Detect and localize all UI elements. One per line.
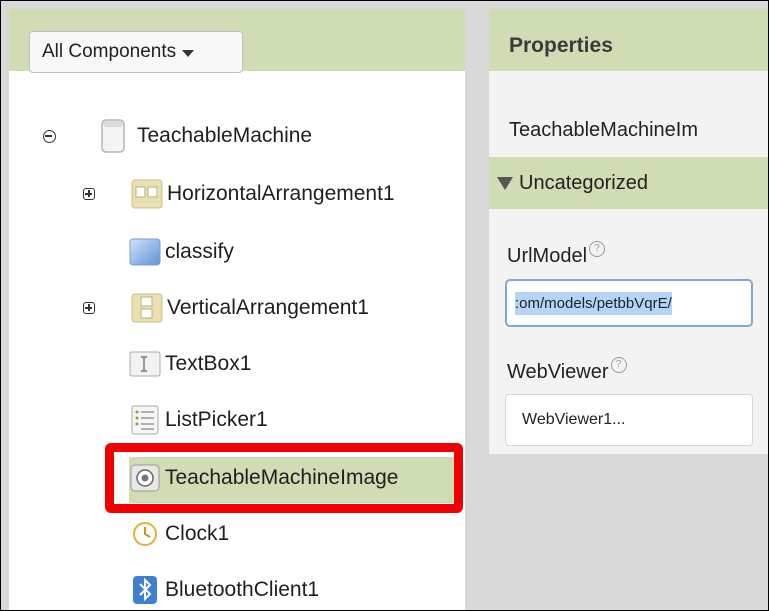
urlmodel-label-text: UrlModel [507,245,588,267]
tree-item-horizontalarrangement1[interactable]: HorizontalArrangement1 [83,171,395,217]
category-uncategorized[interactable]: Uncategorized [489,157,768,209]
tree-item-textbox1[interactable]: TextBox1 [129,341,251,387]
selected-component-name: TeachableMachineIm [509,119,698,141]
tree-item-bluetoothclient1[interactable]: BluetoothClient1 [129,567,320,610]
category-label: Uncategorized [519,171,648,194]
urlmodel-label: UrlModel? [507,241,606,268]
tree-item-clock1[interactable]: Clock1 [129,511,229,557]
properties-panel: Properties TeachableMachineIm Uncategori… [489,9,768,610]
components-panel: All Components TeachableMachine Horizont… [9,9,465,610]
tree-item-label: VerticalArrangement1 [167,296,369,319]
tree-item-label: Clock1 [165,522,230,545]
collapse-icon[interactable] [43,130,56,143]
expand-icon[interactable] [83,188,95,200]
urlmodel-input[interactable]: :om/models/petbbVqrE/ [505,279,753,327]
urlmodel-selected-text: :om/models/petbbVqrE/ [515,291,672,315]
caret-down-icon [182,49,195,57]
tree-item-label: classify [165,240,234,263]
tree-item-listpicker1[interactable]: ListPicker1 [129,397,268,443]
tree-item-verticalarrangement1[interactable]: VerticalArrangement1 [83,285,369,331]
bluetooth-icon [129,575,161,605]
all-components-dropdown[interactable]: All Components [29,31,243,73]
dropdown-label: All Components [42,41,177,62]
tree-item-label: HorizontalArrangement1 [167,182,395,205]
webviewer-picker[interactable]: WebViewer1... [505,394,753,446]
tree-item-classify[interactable]: classify [129,229,234,275]
webviewer-label: WebViewer? [507,357,627,384]
screen-icon [101,119,125,153]
vertical-arrangement-icon [131,293,163,323]
listpicker-icon [129,405,161,435]
horizontal-arrangement-icon [131,179,163,209]
components-header: All Components [9,9,465,73]
tree-item-label: BluetoothClient1 [165,578,320,601]
textbox-icon [129,349,161,379]
clock-icon [129,519,161,549]
help-icon[interactable]: ? [589,241,606,257]
tree-item-label: TextBox1 [165,352,252,375]
tree-item-label: TeachableMachine [137,124,313,147]
expand-icon[interactable] [83,302,95,314]
app-frame: All Components TeachableMachine Horizont… [0,0,769,611]
triangle-down-icon [497,176,513,190]
tree-item-teachablemachine[interactable]: TeachableMachine [43,113,312,159]
tree-item-label: ListPicker1 [165,408,268,431]
properties-title: Properties [489,9,768,71]
help-icon[interactable]: ? [610,357,627,373]
webviewer-label-text: WebViewer [507,361,609,383]
selection-highlight-box [105,443,463,513]
button-icon [129,237,161,267]
